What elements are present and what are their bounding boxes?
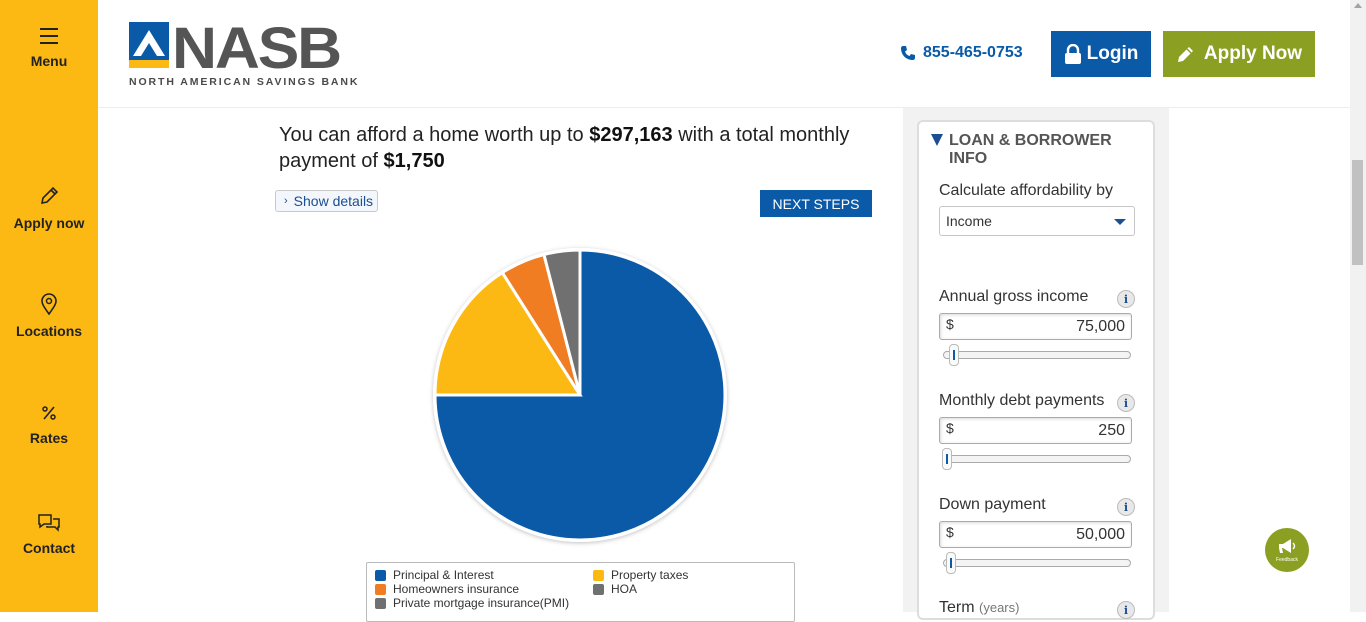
login-label: Login — [1086, 43, 1139, 64]
percent-icon — [42, 406, 56, 420]
chevron-down-icon — [1114, 219, 1126, 225]
chat-bubbles-icon — [38, 514, 60, 532]
map-pin-icon — [41, 293, 57, 315]
login-button[interactable]: Login — [1051, 31, 1151, 77]
loan-borrower-panel: LOAN & BORROWER INFO Calculate affordabi… — [917, 120, 1155, 620]
apply-now-label: Apply Now — [1203, 43, 1303, 64]
sidebar-item-apply-now[interactable]: Apply now — [0, 185, 98, 231]
legend-label: HOA — [611, 582, 638, 596]
legend-swatch — [593, 569, 604, 581]
monthly-payment: $1,750 — [383, 150, 445, 172]
income-label: Annual gross income — [939, 288, 1089, 305]
left-sidebar: Menu Apply now Locations Rates Contact — [0, 0, 98, 612]
sidebar-item-label: Menu — [30, 53, 68, 69]
site-header: NASB NORTH AMERICAN SAVINGS BANK 855-465… — [98, 0, 1350, 108]
feedback-button[interactable]: Feedback — [1265, 528, 1309, 572]
sidebar-item-label: Locations — [15, 323, 83, 339]
legend-item: Private mortgage insurance(PMI) — [375, 596, 569, 610]
legend-label: Property taxes — [611, 568, 689, 582]
legend-label: Principal & Interest — [393, 568, 494, 582]
chevron-right-icon: › — [284, 195, 288, 207]
legend-item: Homeowners insurance — [375, 582, 519, 596]
show-details-label: Show details — [293, 193, 374, 209]
currency-symbol: $ — [946, 316, 954, 332]
svg-text:NASB: NASB — [172, 20, 340, 81]
legend-swatch — [375, 569, 386, 581]
debt-slider[interactable] — [942, 448, 1131, 470]
down-payment-slider[interactable] — [943, 552, 1131, 574]
phone-link[interactable]: 855-465-0753 — [900, 44, 1023, 62]
calc-by-select[interactable]: Income — [939, 206, 1135, 236]
legend-item: Principal & Interest — [375, 568, 494, 582]
logo-subtitle: NORTH AMERICAN SAVINGS BANK — [129, 76, 360, 88]
info-icon[interactable]: i — [1117, 498, 1135, 516]
sidebar-item-label: Rates — [29, 430, 69, 446]
scroll-up-arrow-icon[interactable] — [1354, 3, 1362, 8]
income-slider-handle[interactable] — [949, 344, 960, 366]
calc-by-label: Calculate affordability by — [939, 182, 1114, 199]
term-label: Term (years) — [939, 599, 1020, 616]
sidebar-item-label: Contact — [22, 540, 76, 556]
sidebar-item-contact[interactable]: Contact — [0, 512, 98, 556]
chart-legend: Principal & Interest Property taxes Homeow… — [366, 562, 795, 622]
sidebar-item-rates[interactable]: Rates — [0, 404, 98, 446]
pencil-icon — [1177, 47, 1193, 62]
panel-title[interactable]: LOAN & BORROWER INFO — [931, 132, 1141, 168]
scrollbar-thumb[interactable] — [1352, 160, 1363, 265]
currency-symbol: $ — [946, 524, 954, 540]
home-value: $297,163 — [589, 124, 673, 146]
currency-symbol: $ — [946, 420, 954, 436]
income-value: 75,000 — [1076, 318, 1125, 335]
income-input[interactable]: $ 75,000 — [939, 313, 1132, 340]
sidebar-item-locations[interactable]: Locations — [0, 293, 98, 339]
info-icon[interactable]: i — [1117, 290, 1135, 308]
lock-icon — [1064, 44, 1081, 64]
debt-slider-handle[interactable] — [942, 448, 952, 470]
debt-label: Monthly debt payments — [939, 392, 1105, 409]
legend-item: Property taxes — [593, 568, 688, 582]
pencil-icon — [40, 186, 59, 205]
result-prefix: You can afford a home worth up to — [279, 124, 590, 146]
show-details-toggle[interactable]: › Show details — [275, 190, 378, 212]
hamburger-icon — [40, 28, 58, 44]
payment-pie-chart — [433, 248, 727, 542]
phone-icon — [901, 46, 915, 60]
next-steps-button[interactable]: NEXT STEPS — [760, 190, 872, 217]
down-payment-slider-handle[interactable] — [945, 552, 956, 574]
apply-now-button[interactable]: Apply Now — [1163, 31, 1315, 77]
calc-by-value: Income — [946, 213, 992, 229]
sidebar-item-label: Apply now — [13, 215, 85, 231]
down-payment-value: 50,000 — [1076, 526, 1125, 543]
info-icon[interactable]: i — [1117, 394, 1135, 412]
collapse-triangle-icon — [931, 134, 943, 146]
debt-input[interactable]: $ 250 — [939, 417, 1132, 444]
debt-value: 250 — [1098, 422, 1125, 439]
info-icon[interactable]: i — [1117, 601, 1135, 619]
legend-swatch — [375, 583, 386, 595]
legend-label: Homeowners insurance — [393, 582, 520, 596]
down-payment-input[interactable]: $ 50,000 — [939, 521, 1132, 548]
affordability-result: You can afford a home worth up to $297,1… — [279, 122, 899, 174]
down-payment-label: Down payment — [939, 496, 1046, 513]
legend-swatch — [375, 597, 386, 609]
phone-number: 855-465-0753 — [923, 44, 1023, 61]
page-scrollbar[interactable] — [1350, 0, 1366, 612]
legend-swatch — [593, 583, 604, 595]
income-slider[interactable] — [943, 344, 1131, 366]
legend-label: Private mortgage insurance(PMI) — [393, 596, 570, 610]
feedback-label: Feedback — [1276, 556, 1298, 563]
sidebar-item-menu[interactable]: Menu — [0, 27, 98, 69]
legend-item: HOA — [593, 582, 637, 596]
megaphone-icon — [1279, 538, 1296, 553]
